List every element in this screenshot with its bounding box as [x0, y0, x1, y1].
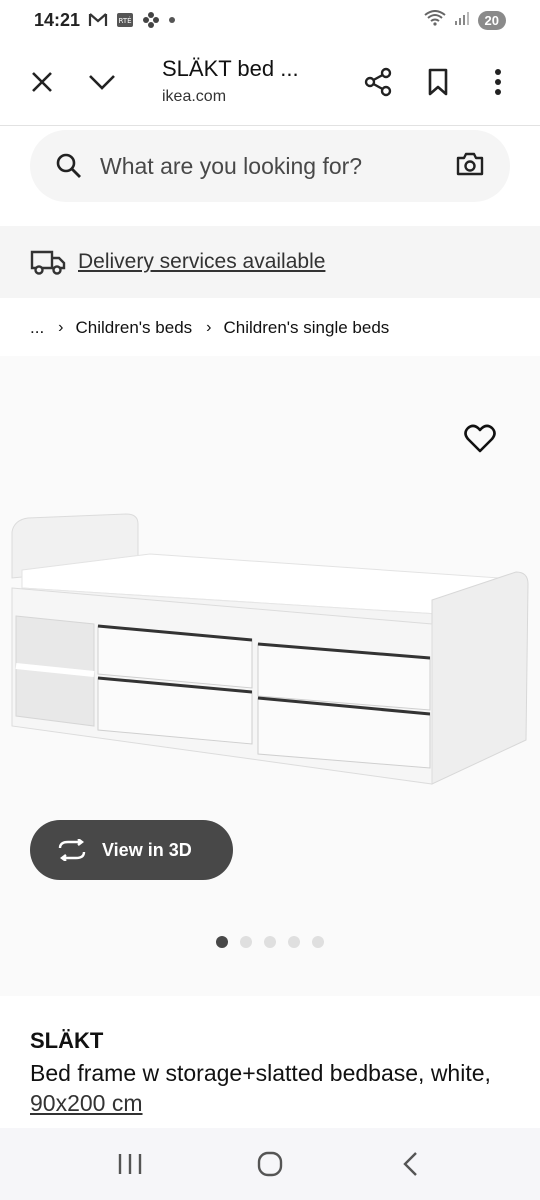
product-name: SLÄKT — [30, 1028, 104, 1053]
breadcrumb-childrens-beds[interactable]: Children's beds — [76, 318, 193, 338]
product-image — [11, 513, 529, 785]
chevron-down-icon — [89, 75, 115, 90]
page-url: ikea.com — [162, 88, 227, 105]
collapse-button[interactable] — [82, 62, 122, 102]
carousel-dot[interactable] — [240, 936, 252, 948]
view-in-3d-label: View in 3D — [102, 839, 192, 860]
back-button[interactable] — [386, 1140, 434, 1188]
system-nav-bar — [0, 1128, 540, 1200]
heart-icon — [464, 424, 496, 453]
battery-badge: 20 — [477, 10, 506, 30]
search-icon — [56, 153, 81, 178]
bookmark-button[interactable] — [418, 62, 458, 102]
camera-icon — [456, 152, 484, 175]
add-to-favourites-button[interactable] — [464, 424, 496, 456]
status-right: 20 — [423, 9, 506, 31]
more-vert-icon — [495, 69, 501, 95]
chevron-right-icon: › — [58, 319, 64, 336]
bookmark-icon — [428, 68, 448, 96]
truck-icon — [30, 250, 66, 275]
product-description-text: Bed frame w storage+slatted bedbase, whi… — [30, 1060, 491, 1086]
home-icon — [257, 1151, 283, 1177]
product-image-gallery[interactable] — [0, 356, 540, 996]
delivery-banner: Delivery services available — [0, 226, 540, 298]
carousel-dot[interactable] — [264, 936, 276, 948]
page-title: SLÄKT bed ... — [162, 56, 299, 81]
recent-apps-button[interactable] — [106, 1140, 154, 1188]
status-bar: 14:21 RTÉ 20 — [0, 0, 540, 40]
back-icon — [403, 1152, 417, 1176]
browser-toolbar: SLÄKT bed ... ikea.com — [0, 40, 540, 126]
share-button[interactable] — [358, 62, 398, 102]
status-time: 14:21 — [34, 9, 81, 30]
close-button[interactable] — [22, 62, 62, 102]
product-description: Bed frame w storage+slatted bedbase, whi… — [30, 1058, 510, 1118]
signal-icon — [454, 10, 470, 31]
close-icon — [32, 72, 52, 92]
pinwheel-icon — [142, 11, 160, 29]
breadcrumb: ... › Children's beds › Children's singl… — [30, 318, 389, 338]
rte-icon: RTÉ — [116, 12, 134, 28]
delivery-services-link[interactable]: Delivery services available — [78, 250, 325, 274]
search-bar[interactable] — [30, 130, 510, 202]
chevron-right-icon: › — [206, 319, 212, 336]
dot-icon — [168, 16, 176, 24]
carousel-dot[interactable] — [288, 936, 300, 948]
carousel-dot[interactable] — [312, 936, 324, 948]
gmail-icon — [88, 12, 108, 28]
wifi-icon — [423, 9, 446, 31]
view-in-3d-button[interactable]: View in 3D — [30, 820, 233, 880]
carousel-dot[interactable] — [216, 936, 228, 948]
rotate-3d-icon — [58, 839, 86, 861]
camera-search-button[interactable] — [456, 152, 484, 181]
svg-text:RTÉ: RTÉ — [119, 16, 132, 25]
share-icon — [364, 67, 392, 97]
page-title-block[interactable]: SLÄKT bed ... ikea.com — [162, 56, 299, 106]
breadcrumb-ellipsis[interactable]: ... — [30, 318, 44, 338]
more-options-button[interactable] — [478, 62, 518, 102]
home-button[interactable] — [246, 1140, 294, 1188]
breadcrumb-childrens-single-beds[interactable]: Children's single beds — [223, 318, 389, 338]
recent-apps-icon — [118, 1154, 142, 1174]
carousel-dots — [216, 936, 324, 948]
search-input[interactable] — [100, 152, 420, 180]
product-size-link[interactable]: 90x200 cm — [30, 1090, 143, 1116]
